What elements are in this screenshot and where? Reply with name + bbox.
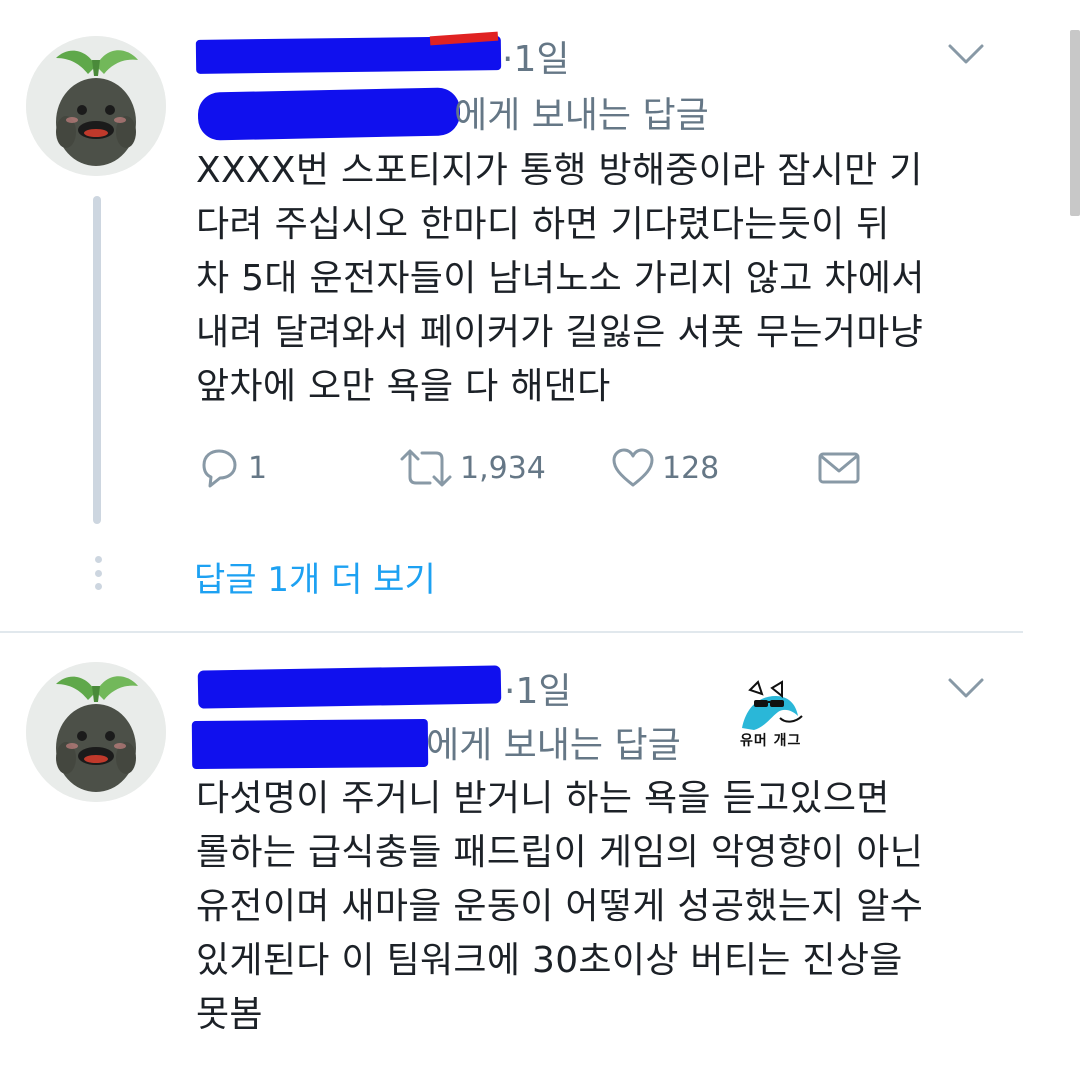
tweet-divider: [0, 631, 1023, 633]
envelope-icon: [818, 452, 860, 484]
avatar[interactable]: [26, 36, 166, 176]
plant-creature-avatar-image: [26, 36, 166, 176]
plant-creature-avatar-image: [26, 662, 166, 802]
direct-message-button[interactable]: [816, 444, 862, 492]
retweet-count: 1,934: [460, 450, 546, 486]
reply-count: 1: [248, 450, 268, 486]
like-button[interactable]: 128: [610, 444, 719, 492]
reply-to-label[interactable]: 에게 보내는 답글: [454, 86, 709, 138]
redacted-username: [197, 665, 502, 709]
chevron-down-icon[interactable]: [946, 676, 986, 700]
tweet-text: 다섯명이 주거니 받거니 하는 욕을 듣고있으면 롤하는 급식충들 패드립이 게…: [196, 778, 924, 1035]
show-more-replies-link[interactable]: 답글 1개 더 보기: [194, 552, 436, 601]
reply-icon: [202, 449, 237, 488]
tweet-thread-screenshot: ·1일 에게 보내는 답글 XXXX번 스포티지가 통행 방해중이라 잠시만 기…: [0, 0, 1080, 1081]
tweet-reply-1[interactable]: ·1일 에게 보내는 답글 XXXX번 스포티지가 통행 방해중이라 잠시만 기…: [0, 0, 1080, 632]
heart-icon: [612, 448, 654, 487]
redacted-reply-target: [197, 87, 461, 141]
scrollbar-thumb[interactable]: [1070, 30, 1080, 216]
redacted-reply-target: [191, 718, 429, 770]
tweet-text: XXXX번 스포티지가 통행 방해중이라 잠시만 기 다려 주십시오 한마디 하…: [196, 150, 925, 407]
retweet-icon: [400, 449, 452, 487]
reply-to-label[interactable]: 에게 보내는 답글: [426, 716, 681, 768]
thread-more-dots: [94, 556, 102, 590]
tweet-timestamp[interactable]: ·1일: [504, 662, 571, 714]
watermark-logo: 유머 개그: [736, 678, 816, 758]
chevron-down-icon[interactable]: [946, 42, 986, 66]
cool-dog-logo-icon: [742, 680, 803, 730]
watermark-text: 유머 개그: [740, 733, 802, 749]
like-count: 128: [662, 450, 720, 486]
avatar[interactable]: [26, 662, 166, 802]
reply-button[interactable]: 1: [196, 444, 267, 492]
tweet-timestamp[interactable]: ·1일: [502, 30, 569, 82]
thread-connector-line: [93, 196, 101, 524]
retweet-button[interactable]: 1,934: [398, 444, 546, 492]
